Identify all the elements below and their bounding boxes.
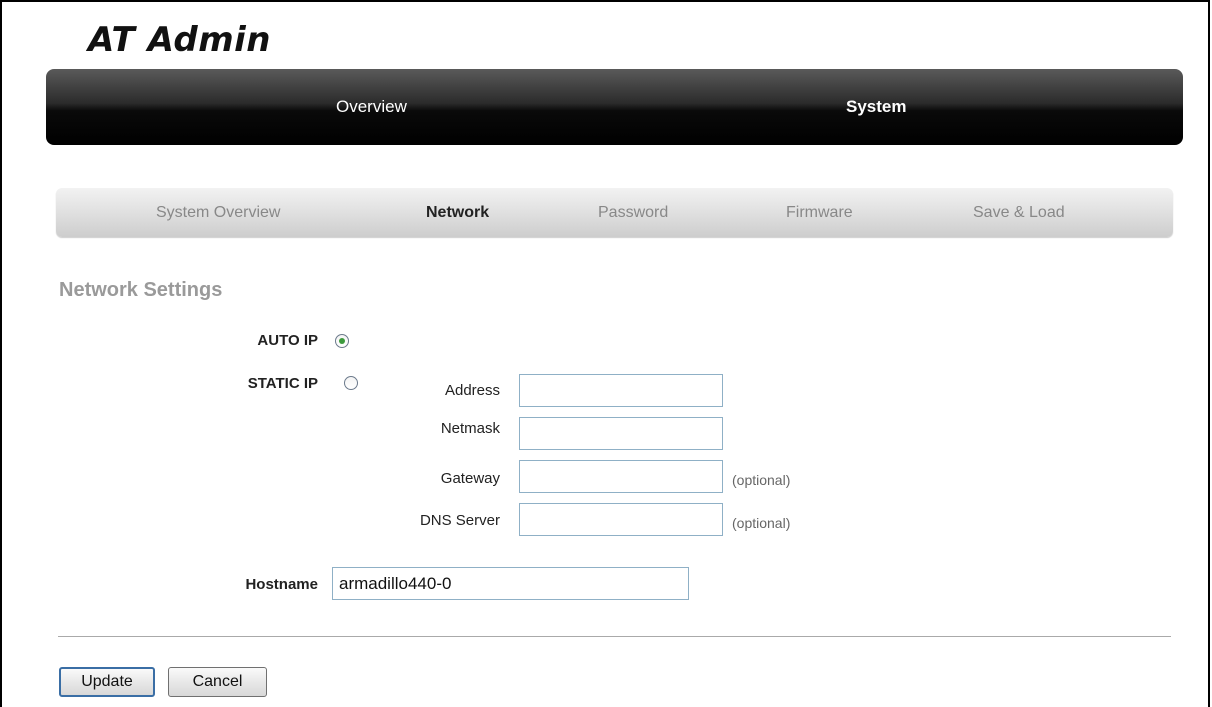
gateway-label: Gateway [440,470,500,487]
tab-password[interactable]: Password [598,188,668,237]
gateway-optional-hint: (optional) [732,472,791,488]
gateway-field[interactable] [519,460,723,493]
network-settings-title: Network Settings [59,279,223,301]
static-ip-label: STATIC IP [247,375,318,392]
netmask-field[interactable] [519,417,723,450]
address-field[interactable] [519,374,723,407]
main-nav: Overview System [46,69,1183,145]
sub-nav: System Overview Network Password Firmwar… [56,188,1173,237]
update-button[interactable]: Update [59,667,155,697]
auto-ip-radio[interactable] [335,334,349,348]
main-nav-overview[interactable]: Overview [336,69,407,145]
tab-system-overview[interactable]: System Overview [156,188,280,237]
form-divider [58,636,1171,637]
hostname-field[interactable] [332,567,689,600]
main-nav-system[interactable]: System [846,69,906,145]
dns-optional-hint: (optional) [732,515,791,531]
static-ip-radio[interactable] [344,376,358,390]
auto-ip-label: AUTO IP [257,332,318,349]
radio-selected-dot [339,338,345,344]
dns-server-field[interactable] [519,503,723,536]
hostname-label: Hostname [245,576,318,593]
address-label: Address [444,382,500,399]
tab-save-load[interactable]: Save & Load [973,188,1065,237]
dns-server-label: DNS Server [419,512,500,529]
tab-network[interactable]: Network [426,188,489,237]
cancel-button[interactable]: Cancel [168,667,267,697]
tab-firmware[interactable]: Firmware [786,188,853,237]
app-logo: AT Admin [88,20,271,60]
netmask-label: Netmask [440,420,500,437]
